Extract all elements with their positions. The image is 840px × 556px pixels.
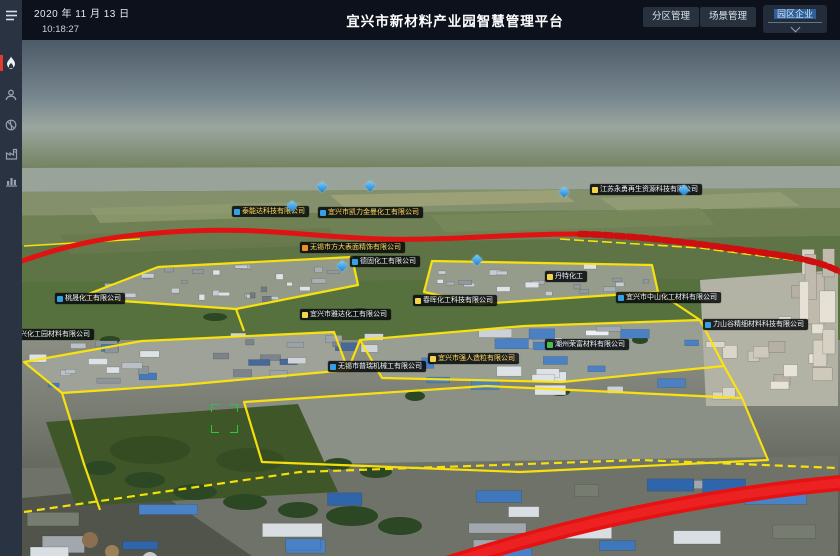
company-logo-icon bbox=[592, 187, 598, 193]
company-label-text: 无锡市普瑞机械工有限公司 bbox=[338, 363, 422, 371]
company-label-text: 宜兴市雅达化工有限公司 bbox=[310, 311, 387, 319]
header-bar: 2020 年 11 月 13 日 10:18:27 宜兴市新材料产业园智慧管理平… bbox=[0, 0, 840, 40]
company-label[interactable]: 宜兴市雅达化工有限公司 bbox=[300, 309, 391, 320]
company-logo-icon bbox=[57, 296, 63, 302]
user-icon[interactable] bbox=[0, 86, 22, 104]
company-logo-icon bbox=[330, 364, 336, 370]
company-label-text: 泰能达科技有限公司 bbox=[242, 208, 305, 216]
enterprise-dropdown[interactable]: 园区企业 bbox=[763, 5, 827, 33]
time-label: 10:18:27 bbox=[42, 24, 79, 35]
company-label[interactable]: 宜兴市凯力金曼化工有限公司 bbox=[318, 207, 423, 218]
globe-icon[interactable] bbox=[0, 116, 22, 134]
company-logo-icon bbox=[320, 210, 326, 216]
company-logo-icon bbox=[547, 274, 553, 280]
company-label-text: 力山谷精细材料科技有限公司 bbox=[713, 321, 804, 329]
company-label[interactable]: 丹特化工 bbox=[545, 271, 587, 282]
company-label[interactable]: 力山谷精细材料科技有限公司 bbox=[703, 319, 808, 330]
company-label-text: 春晖化工科技有限公司 bbox=[423, 297, 493, 305]
company-logo-icon bbox=[415, 298, 421, 304]
company-label[interactable]: 泰能达科技有限公司 bbox=[232, 206, 309, 217]
flame-icon[interactable] bbox=[0, 54, 22, 72]
company-logo-icon bbox=[352, 259, 358, 265]
company-label-text: 宜兴市强人造粒有限公司 bbox=[438, 355, 515, 363]
company-label-text: 兴化工园材料有限公司 bbox=[20, 331, 90, 339]
factory-icon[interactable] bbox=[0, 145, 22, 163]
company-logo-icon bbox=[705, 322, 711, 328]
company-label[interactable]: 春晖化工科技有限公司 bbox=[413, 295, 497, 306]
menu-icon[interactable] bbox=[0, 6, 22, 24]
company-label-text: 桃晟化工有限公司 bbox=[65, 295, 121, 303]
company-logo-icon bbox=[618, 295, 624, 301]
company-logo-icon bbox=[234, 209, 240, 215]
page-title: 宜兴市新材料产业园智慧管理平台 bbox=[346, 10, 564, 30]
company-label-text: 德固化工有限公司 bbox=[360, 258, 416, 266]
company-label[interactable]: 兴化工园材料有限公司 bbox=[10, 329, 94, 340]
company-label[interactable]: 无锡市方大表面精饰有限公司 bbox=[300, 242, 405, 253]
company-logo-icon bbox=[547, 342, 553, 348]
date-label: 2020 年 11 月 13 日 bbox=[34, 5, 130, 20]
scene-management-button[interactable]: 场景管理 bbox=[700, 7, 756, 27]
company-label[interactable]: 桃晟化工有限公司 bbox=[55, 293, 125, 304]
company-label-text: 宜兴市中山化工材料有限公司 bbox=[626, 294, 717, 302]
company-label[interactable]: 潮州荣富材料有限公司 bbox=[545, 339, 629, 350]
company-label-text: 宜兴市凯力金曼化工有限公司 bbox=[328, 209, 419, 217]
company-label-text: 无锡市方大表面精饰有限公司 bbox=[310, 244, 401, 252]
company-logo-icon bbox=[302, 245, 308, 251]
company-logo-icon bbox=[430, 356, 436, 362]
company-logo-icon bbox=[302, 312, 308, 318]
bar-chart-icon[interactable] bbox=[0, 172, 22, 190]
app-window: 泰能达科技有限公司宜兴市凯力金曼化工有限公司江苏永勇再生资源科技有限公司无锡市方… bbox=[0, 0, 840, 556]
zone-management-button[interactable]: 分区管理 bbox=[643, 7, 699, 27]
company-label[interactable]: 德固化工有限公司 bbox=[350, 256, 420, 267]
enterprise-dropdown-label: 园区企业 bbox=[774, 9, 816, 19]
company-label[interactable]: 宜兴市强人造粒有限公司 bbox=[428, 353, 519, 364]
chevron-down-icon bbox=[790, 23, 800, 33]
company-label[interactable]: 宜兴市中山化工材料有限公司 bbox=[616, 292, 721, 303]
company-label-text: 潮州荣富材料有限公司 bbox=[555, 341, 625, 349]
sidebar bbox=[0, 0, 22, 556]
company-label-text: 丹特化工 bbox=[555, 273, 583, 281]
company-label[interactable]: 无锡市普瑞机械工有限公司 bbox=[328, 361, 426, 372]
